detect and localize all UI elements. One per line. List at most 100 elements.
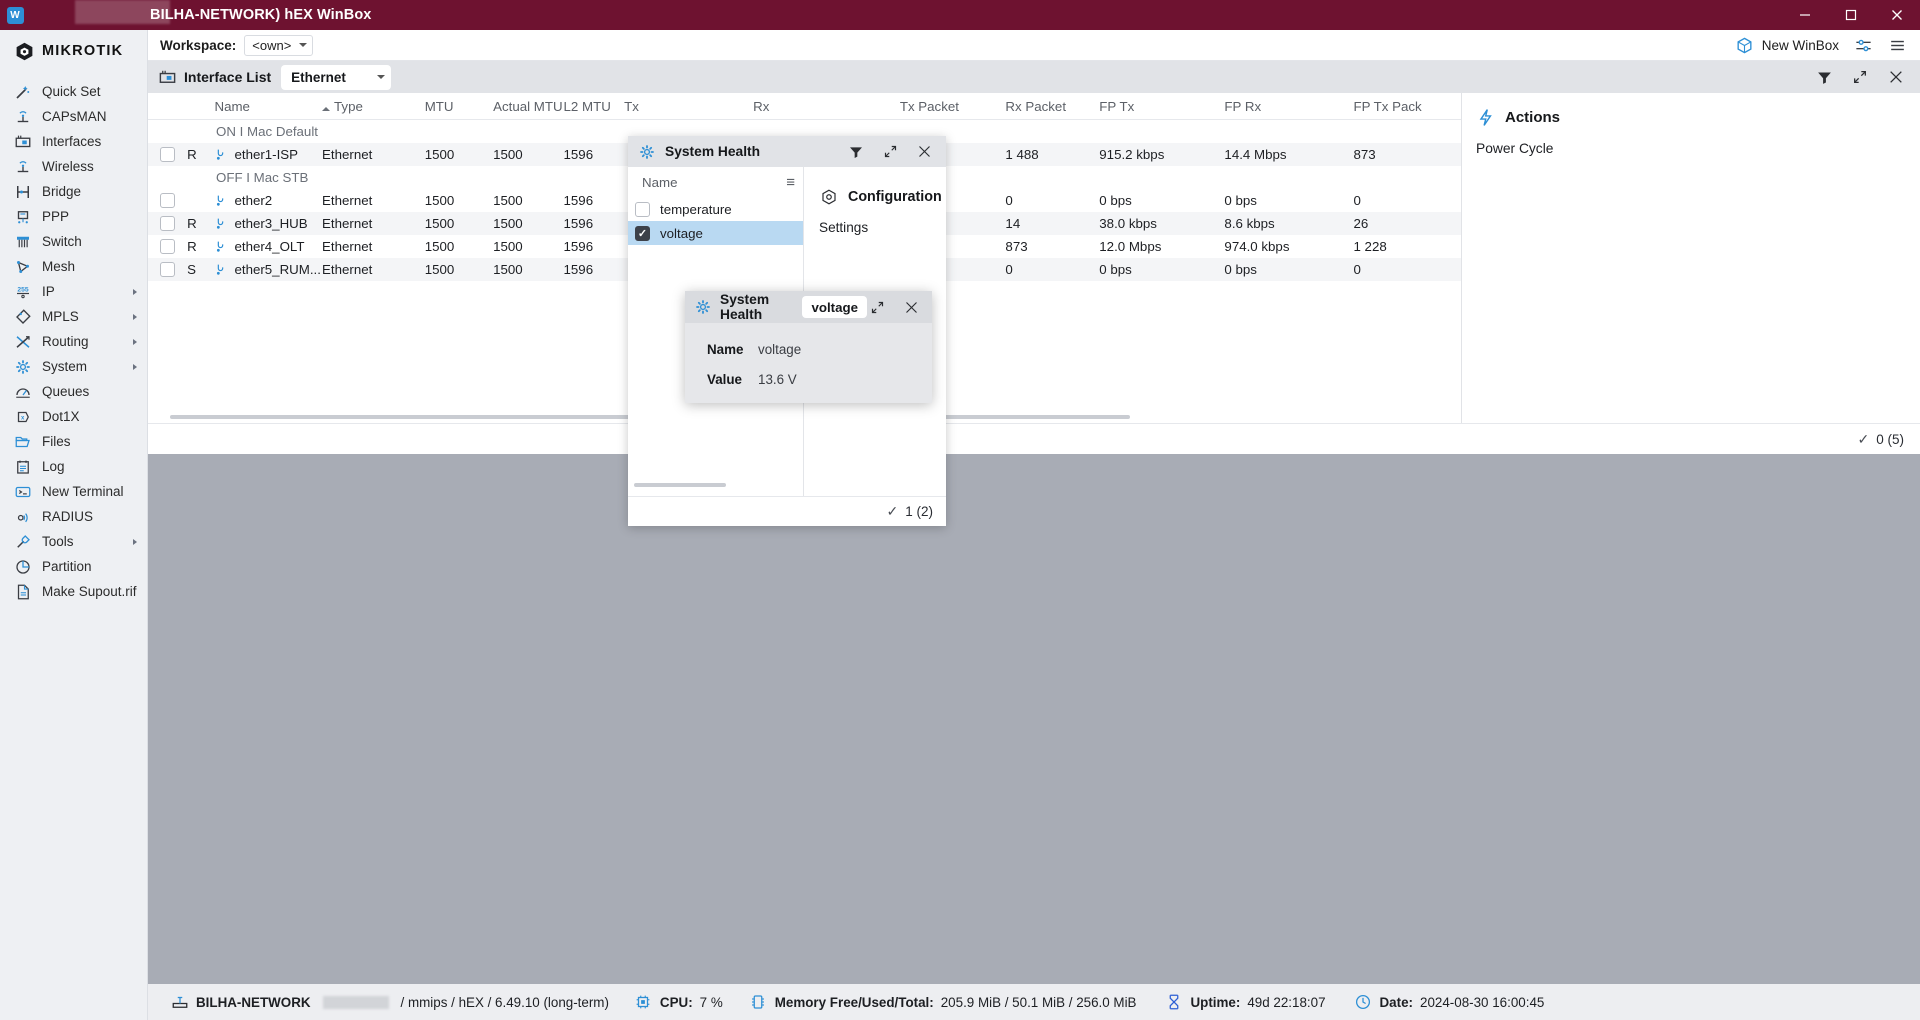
- sidebar-item-system[interactable]: System: [0, 354, 147, 379]
- sidebar-item-label: Dot1X: [42, 409, 80, 424]
- interface-type-select[interactable]: Ethernet: [281, 64, 392, 90]
- sidebar-item-partition[interactable]: Partition: [0, 554, 147, 579]
- sidebar-item-label: Quick Set: [42, 84, 101, 99]
- system-health-selection-count: 1 (2): [905, 504, 933, 519]
- row-checkbox[interactable]: [148, 193, 187, 208]
- sidebar-item-bridge[interactable]: Bridge: [0, 179, 147, 204]
- column-header-rx[interactable]: Rx: [753, 99, 900, 114]
- close-icon[interactable]: [901, 297, 921, 317]
- chevron-right-icon: [133, 338, 137, 345]
- close-icon[interactable]: [1886, 67, 1906, 87]
- tag-icon: [13, 307, 33, 327]
- new-winbox-label: New WinBox: [1761, 37, 1839, 53]
- status-cpu-value: 7 %: [699, 994, 723, 1010]
- sidebar-item-capsman[interactable]: CAPsMAN: [0, 104, 147, 129]
- status-uptime-label: Uptime:: [1190, 994, 1241, 1010]
- column-header-mtu[interactable]: MTU: [425, 99, 493, 114]
- close-icon[interactable]: [914, 142, 934, 162]
- sidebar-item-tools[interactable]: Tools: [0, 529, 147, 554]
- sidebar-item-switch[interactable]: Switch: [0, 229, 147, 254]
- system-health-titlebar[interactable]: System Health: [628, 136, 946, 167]
- sidebar-item-interfaces[interactable]: Interfaces: [0, 129, 147, 154]
- sidebar-item-ip[interactable]: 255 IP: [0, 279, 147, 304]
- column-header-fp-rx[interactable]: FP Rx: [1224, 99, 1353, 114]
- status-identity-group: BILHA-NETWORK / mmips / hEX / 6.49.10 (l…: [170, 993, 609, 1012]
- sidebar-item-label: Files: [42, 434, 71, 449]
- new-winbox-button[interactable]: New WinBox: [1735, 35, 1839, 55]
- expand-icon[interactable]: [867, 297, 887, 317]
- sidebar-item-label: RADIUS: [42, 509, 94, 524]
- row-checkbox[interactable]: [148, 239, 187, 254]
- list-horizontal-scrollbar[interactable]: [634, 483, 726, 487]
- sidebar-item-mesh[interactable]: Mesh: [0, 254, 147, 279]
- sidebar-item-label: Bridge: [42, 184, 82, 199]
- sidebar-item-dot1x[interactable]: x Dot1X: [0, 404, 147, 429]
- antenna-icon: [13, 107, 33, 127]
- expand-icon[interactable]: [880, 142, 900, 162]
- sidebar-item-log[interactable]: Log: [0, 454, 147, 479]
- column-header-fp-tx-pack[interactable]: FP Tx Pack: [1353, 99, 1461, 114]
- funnel-icon[interactable]: [846, 142, 866, 162]
- hamburger-icon[interactable]: ≡: [786, 174, 795, 191]
- row-checkbox[interactable]: [148, 216, 187, 231]
- column-header-name[interactable]: Name: [214, 99, 322, 114]
- system-health-controls: [846, 142, 946, 162]
- configuration-item-settings[interactable]: Settings: [804, 207, 946, 235]
- action-power-cycle[interactable]: Power Cycle: [1462, 127, 1920, 156]
- column-header-tx-packet[interactable]: Tx Packet: [900, 99, 1006, 114]
- system-health-column-header[interactable]: Name ≡: [628, 167, 803, 197]
- column-header-type[interactable]: Type: [322, 99, 425, 114]
- status-bar: BILHA-NETWORK / mmips / hEX / 6.49.10 (l…: [148, 984, 1920, 1020]
- sidebar-nav: Quick Set CAPsMAN Interfaces Wireless Br…: [0, 79, 147, 604]
- detail-titlebar[interactable]: System Health voltage: [685, 291, 932, 323]
- row-type: Ethernet: [322, 147, 373, 162]
- row-type: Ethernet: [322, 262, 373, 277]
- sidebar-item-label: System: [42, 359, 88, 374]
- column-header-tx[interactable]: Tx: [624, 99, 753, 114]
- column-header-actual-mtu[interactable]: Actual MTU: [493, 99, 563, 114]
- status-memory-label: Memory Free/Used/Total:: [774, 994, 934, 1010]
- expand-icon[interactable]: [1850, 67, 1870, 87]
- sidebar-item-quick-set[interactable]: Quick Set: [0, 79, 147, 104]
- sidebar-item-wireless[interactable]: Wireless: [0, 154, 147, 179]
- sidebar-item-new-terminal[interactable]: New Terminal: [0, 479, 147, 504]
- maximize-button[interactable]: [1828, 0, 1874, 30]
- chevron-down-icon: [299, 43, 308, 47]
- row-fp-tx: 915.2 kbps: [1099, 147, 1165, 162]
- close-button[interactable]: [1874, 0, 1920, 30]
- minimize-button[interactable]: [1782, 0, 1828, 30]
- status-platform: / mmips / hEX / 6.49.10 (long-term): [400, 994, 609, 1010]
- top-toolbar: Workspace: <own> New WinBox: [148, 30, 1920, 61]
- status-cpu-group: CPU: 7 %: [634, 993, 723, 1012]
- sidebar-item-mpls[interactable]: MPLS: [0, 304, 147, 329]
- sidebar-item-label: Partition: [42, 559, 92, 574]
- row-checkbox[interactable]: [635, 201, 650, 217]
- row-checkbox[interactable]: ✓: [635, 225, 650, 241]
- row-checkbox[interactable]: [148, 147, 187, 162]
- sidebar-item-routing[interactable]: Routing: [0, 329, 147, 354]
- sliders-icon[interactable]: [1853, 35, 1873, 55]
- sidebar-item-radius[interactable]: RADIUS: [0, 504, 147, 529]
- funnel-icon[interactable]: [1814, 67, 1834, 87]
- check-icon: ✓: [1857, 430, 1870, 447]
- list-item[interactable]: temperature: [628, 197, 803, 221]
- sidebar-item-make-supout-rif[interactable]: Make Supout.rif: [0, 579, 147, 604]
- window-titlebar: W BILHA-NETWORK) hEX WinBox: [0, 0, 1920, 30]
- row-fp-tx: 12.0 Mbps: [1099, 239, 1162, 254]
- column-header-rx-packet[interactable]: Rx Packet: [1005, 99, 1099, 114]
- sidebar-item-files[interactable]: Files: [0, 429, 147, 454]
- column-label: Tx: [624, 98, 639, 114]
- row-checkbox[interactable]: [148, 262, 187, 277]
- hamburger-icon[interactable]: [1887, 35, 1907, 55]
- row-name: ether4_OLT: [214, 239, 322, 254]
- column-label: Rx: [753, 98, 770, 114]
- column-header-fp-tx[interactable]: FP Tx: [1099, 99, 1224, 114]
- workspace-value: <own>: [252, 37, 292, 53]
- list-item[interactable]: ✓ voltage: [628, 221, 803, 245]
- workspace-select[interactable]: <own>: [244, 34, 314, 56]
- sidebar-item-queues[interactable]: Queues: [0, 379, 147, 404]
- column-header-l2-mtu[interactable]: L2 MTU: [564, 99, 625, 114]
- clock-icon: [1354, 993, 1373, 1012]
- sidebar-item-ppp[interactable]: PPP: [0, 204, 147, 229]
- row-l2-mtu: 1596: [563, 216, 594, 231]
